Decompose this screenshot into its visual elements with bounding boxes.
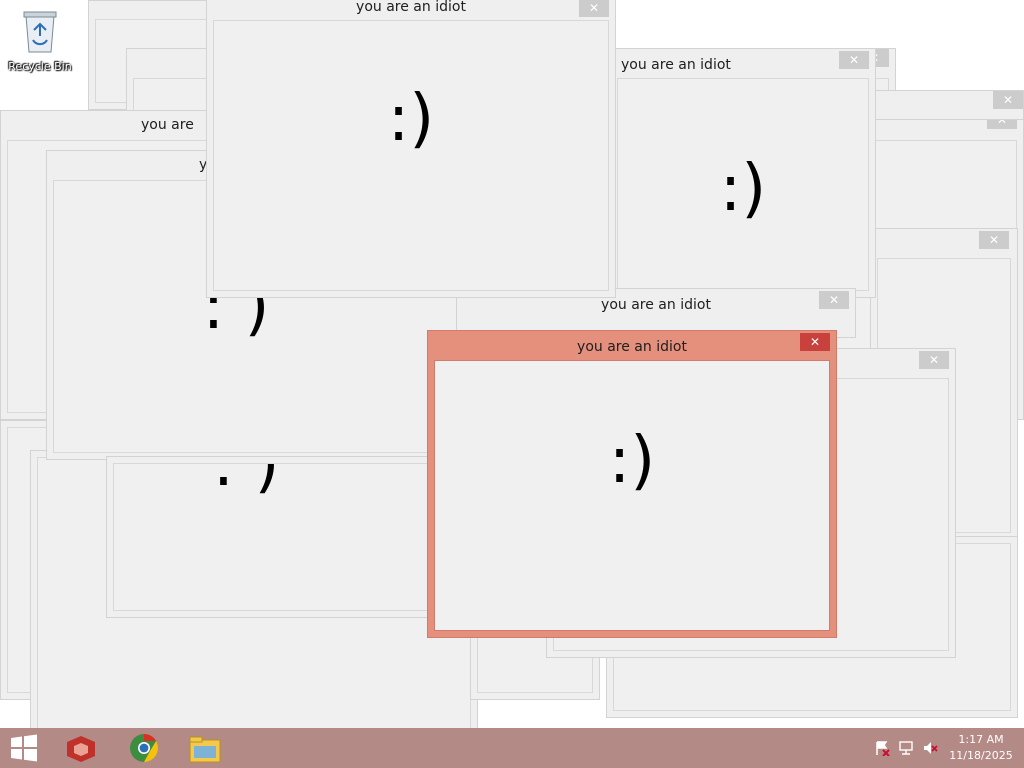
popup-window[interactable]: you are an idiot ✕ :) <box>206 0 616 298</box>
red-app-icon <box>67 736 95 762</box>
popup-title: you are an idiot <box>577 339 687 355</box>
volume-muted-icon[interactable] <box>922 740 938 756</box>
popup-title: you are an idiot <box>356 0 466 15</box>
recycle-bin-icon <box>23 11 57 53</box>
close-button[interactable]: ✕ <box>819 291 849 309</box>
close-button[interactable]: ✕ <box>579 0 609 17</box>
system-clock[interactable]: 1:17 AM 11/18/2025 <box>938 732 1024 764</box>
chrome-icon <box>130 734 158 762</box>
close-button[interactable]: ✕ <box>979 231 1009 249</box>
clock-date: 11/18/2025 <box>949 749 1013 762</box>
close-button[interactable]: ✕ <box>993 91 1023 109</box>
close-button[interactable]: ✕ <box>800 333 830 351</box>
network-icon[interactable] <box>898 740 914 756</box>
smiley-text: :) <box>608 424 656 498</box>
popup-window[interactable]: ✕ <box>860 90 1024 120</box>
windows-logo-icon <box>11 734 37 762</box>
popup-window[interactable]: : ) <box>106 456 436 618</box>
smiley-text: :) <box>719 152 767 226</box>
action-center-flag-icon[interactable] <box>874 740 890 756</box>
popup-content: :) <box>213 20 609 291</box>
folder-icon <box>189 736 221 763</box>
popup-window[interactable]: you are an idiot ✕ :) <box>610 48 876 298</box>
taskbar-app-red[interactable] <box>60 728 104 768</box>
smiley-text: : ) <box>212 463 280 501</box>
taskbar: 1:17 AM 11/18/2025 <box>0 728 1024 768</box>
taskbar-file-explorer[interactable] <box>184 728 228 768</box>
recycle-bin-label: Recycle Bin <box>8 60 72 73</box>
clock-time: 1:17 AM <box>958 733 1004 746</box>
close-button[interactable]: ✕ <box>919 351 949 369</box>
taskbar-chrome[interactable] <box>122 728 166 768</box>
popup-content: :) <box>434 360 830 631</box>
recycle-bin-shortcut[interactable]: Recycle Bin <box>0 0 88 108</box>
start-button[interactable] <box>2 728 46 768</box>
popup-window-active[interactable]: you are an idiot ✕ :) <box>427 330 837 638</box>
popup-content: :) <box>617 78 869 291</box>
popup-title: you are an idiot <box>621 57 731 73</box>
popup-content: : ) <box>113 463 429 611</box>
smiley-text: :) <box>387 82 435 156</box>
close-button[interactable]: ✕ <box>839 51 869 69</box>
